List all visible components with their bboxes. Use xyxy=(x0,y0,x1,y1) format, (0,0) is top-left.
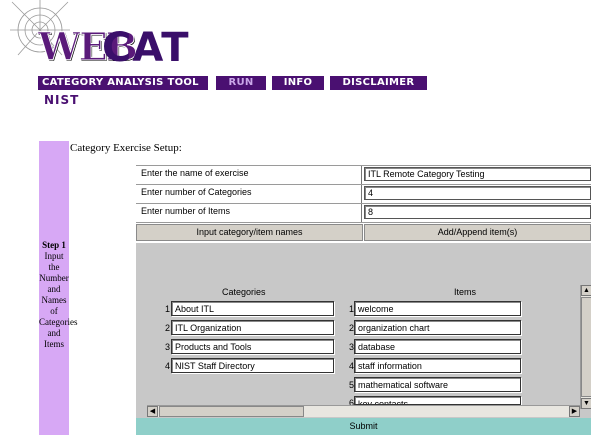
step-line: Number xyxy=(39,273,69,283)
logo-cat: CAT xyxy=(102,25,190,71)
categories-header: Categories xyxy=(222,287,266,297)
step-line: and Items xyxy=(44,328,64,349)
nav-category-analysis-tool: CATEGORY ANALYSIS TOOL xyxy=(38,76,208,90)
vertical-scrollbar[interactable]: ▲ ▼ xyxy=(580,285,591,409)
nav-info-link[interactable]: INFO xyxy=(272,76,324,90)
categories-count-input[interactable]: 4 xyxy=(364,186,591,200)
scroll-down-icon[interactable]: ▼ xyxy=(581,398,591,409)
items-count-label: Enter number of Items xyxy=(141,206,231,216)
nist-logo: NIST xyxy=(44,93,80,107)
submit-button[interactable]: Submit xyxy=(136,418,591,435)
items-count-input[interactable]: 8 xyxy=(364,205,591,219)
add-append-items-button[interactable]: Add/Append item(s) xyxy=(364,224,591,241)
category-input[interactable]: About ITL xyxy=(171,301,334,316)
items-count-row: Enter number of Items 8 xyxy=(136,204,591,222)
item-number: 4 xyxy=(348,361,354,371)
names-panel: Categories Items 1 About ITL 2 ITL Organ… xyxy=(136,243,591,418)
item-input[interactable]: database xyxy=(354,339,521,354)
vertical-scroll-thumb[interactable] xyxy=(581,297,591,397)
category-input[interactable]: Products and Tools xyxy=(171,339,334,354)
exercise-name-label: Enter the name of exercise xyxy=(141,168,249,178)
input-names-button[interactable]: Input category/item names xyxy=(136,224,363,241)
scroll-left-icon[interactable]: ◀ xyxy=(147,406,158,417)
category-number: 1 xyxy=(164,304,170,314)
step-line: and Names xyxy=(41,284,67,305)
item-input[interactable]: organization chart xyxy=(354,320,521,335)
category-input[interactable]: NIST Staff Directory xyxy=(171,358,334,373)
item-input[interactable]: key contacts xyxy=(354,396,521,405)
category-number: 3 xyxy=(164,342,170,352)
item-number: 5 xyxy=(348,380,354,390)
page-title: Category Exercise Setup: xyxy=(70,142,182,154)
step-line: of xyxy=(50,306,58,316)
nav-run-link[interactable]: RUN xyxy=(216,76,266,90)
item-input[interactable]: staff information xyxy=(354,358,521,373)
items-header: Items xyxy=(454,287,477,297)
step-line: Categories xyxy=(39,317,78,327)
step-line: Input the xyxy=(44,251,64,272)
scroll-up-icon[interactable]: ▲ xyxy=(581,285,591,296)
item-input[interactable]: welcome xyxy=(354,301,521,316)
horizontal-scrollbar[interactable]: ◀ ▶ xyxy=(147,405,580,417)
categories-count-label: Enter number of Categories xyxy=(141,187,252,197)
exercise-name-row: Enter the name of exercise ITL Remote Ca… xyxy=(136,166,591,184)
item-number: 1 xyxy=(348,304,354,314)
scroll-right-icon[interactable]: ▶ xyxy=(569,406,580,417)
category-input[interactable]: ITL Organization xyxy=(171,320,334,335)
horizontal-scroll-thumb[interactable] xyxy=(159,406,304,417)
exercise-name-input[interactable]: ITL Remote Category Testing xyxy=(364,167,591,181)
category-number: 2 xyxy=(164,323,170,333)
item-number: 2 xyxy=(348,323,354,333)
item-input[interactable]: mathematical software xyxy=(354,377,521,392)
item-number: 3 xyxy=(348,342,354,352)
step-title: Step 1 xyxy=(42,240,66,250)
nav-disclaimer-link[interactable]: DISCLAIMER xyxy=(330,76,427,90)
categories-count-row: Enter number of Categories 4 xyxy=(136,185,591,203)
category-number: 4 xyxy=(164,361,170,371)
step-instructions: Step 1 Input the Number and Names of Cat… xyxy=(39,240,78,350)
